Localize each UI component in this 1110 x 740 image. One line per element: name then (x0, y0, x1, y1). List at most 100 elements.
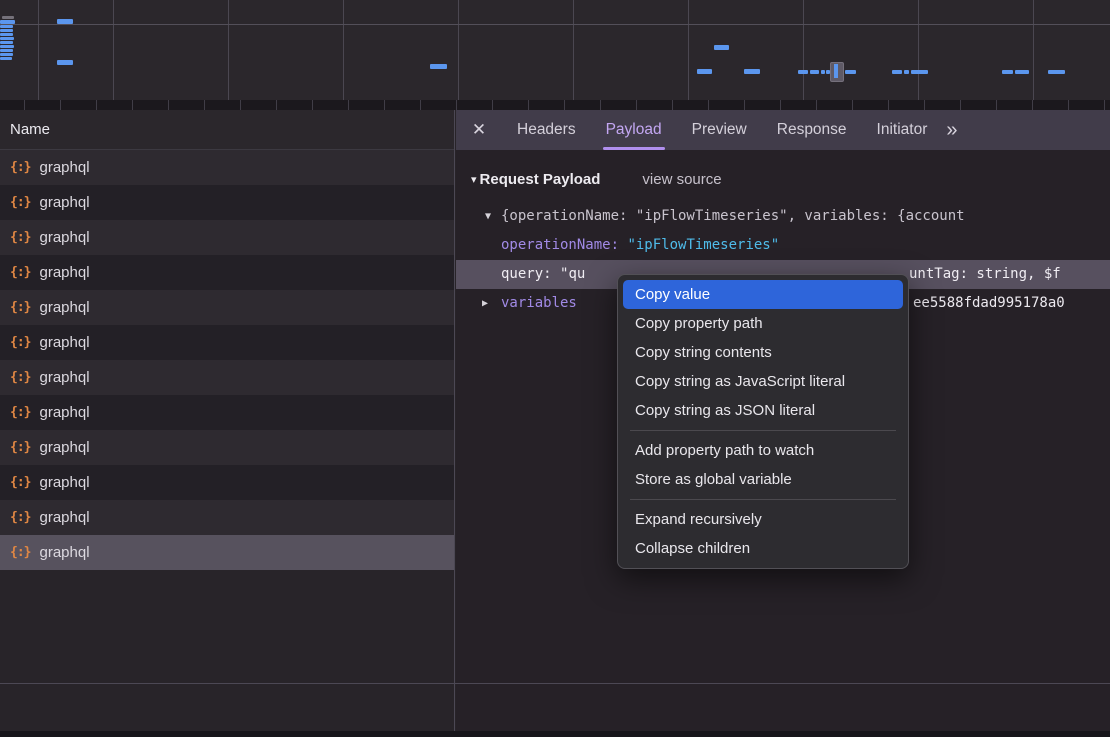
request-rows: {:} graphql {:} graphql {:} graphql {:} graphql… (0, 150, 454, 570)
json-file-icon: {:} (10, 230, 30, 245)
request-row[interactable]: {:} graphql (0, 255, 454, 290)
json-root-preview: {operationName: "ipFlowTimeseries", vari… (501, 208, 965, 224)
devtools-network-panel: Name {:}graphql{:}graphql{:}graphql{:}gr… (0, 0, 1110, 740)
tab-preview[interactable]: Preview (677, 110, 762, 150)
payload-title-row: ▾ Request Payload view source (456, 163, 1110, 196)
json-property-row-operationName[interactable]: operationName: "ipFlowTimeseries" (456, 231, 1110, 260)
waterfall-bar (0, 33, 13, 36)
request-name-label: graphql (39, 404, 89, 421)
waterfall-bar (798, 70, 808, 74)
json-file-icon: {:} (10, 510, 30, 525)
request-name-label: graphql (39, 509, 89, 526)
json-file-icon: {:} (10, 300, 30, 315)
waterfall-bar (904, 70, 909, 74)
waterfall-bar (0, 37, 14, 40)
menu-item-add-property-path-to-watch[interactable]: Add property path to watch (623, 436, 903, 465)
json-file-icon: {:} (10, 545, 30, 560)
network-overview-timeline[interactable] (0, 0, 1110, 100)
expand-arrow-icon[interactable]: ▶ (482, 289, 488, 318)
waterfall-bar (892, 70, 902, 74)
waterfall-bar (0, 45, 14, 48)
waterfall-bar (1002, 70, 1013, 74)
request-row[interactable]: {:} graphql (0, 465, 454, 500)
menu-item-copy-string-as-javascript-literal[interactable]: Copy string as JavaScript literal (623, 367, 903, 396)
request-list-panel: Name {:}graphql{:}graphql{:}graphql{:}gr… (0, 110, 455, 740)
property-key: query: (501, 266, 560, 282)
request-name-label: graphql (39, 544, 89, 561)
waterfall-bar (697, 69, 712, 74)
detail-tabs: HeadersPayloadPreviewResponseInitiator (502, 110, 942, 150)
menu-item-expand-recursively[interactable]: Expand recursively (623, 505, 903, 534)
waterfall-bar (1048, 70, 1065, 74)
json-file-icon: {:} (10, 475, 30, 490)
request-row[interactable]: {:} graphql (0, 430, 454, 465)
menu-separator (630, 499, 896, 500)
waterfall-bar (0, 25, 13, 28)
waterfall-bar (0, 41, 13, 44)
menu-item-copy-property-path[interactable]: Copy property path (623, 309, 903, 338)
collapse-triangle-icon[interactable]: ▾ (471, 173, 477, 186)
menu-item-copy-string-contents[interactable]: Copy string contents (623, 338, 903, 367)
request-name-label: graphql (39, 474, 89, 491)
expand-arrow-icon[interactable]: ▼ (485, 202, 491, 231)
request-name-label: graphql (39, 229, 89, 246)
waterfall-bar (0, 29, 13, 32)
view-source-link[interactable]: view source (642, 171, 721, 188)
json-file-icon: {:} (10, 440, 30, 455)
json-file-icon: {:} (10, 370, 30, 385)
property-key: operationName: (501, 237, 627, 253)
json-file-icon: {:} (10, 160, 30, 175)
request-row[interactable]: {:} graphql (0, 220, 454, 255)
property-value-continued: ee5588fdad995178a0 (913, 289, 1065, 318)
request-row[interactable]: {:}graphql (0, 185, 454, 220)
request-row[interactable]: {:} graphql (0, 325, 454, 360)
waterfall-bar (714, 45, 729, 50)
waterfall-bar (2, 16, 14, 19)
waterfall-bar (57, 19, 73, 24)
property-value-continued: untTag: string, $f (909, 260, 1061, 289)
menu-separator (630, 430, 896, 431)
tab-payload[interactable]: Payload (591, 110, 677, 150)
property-value: "qu (560, 266, 585, 282)
waterfall-bar (0, 53, 13, 56)
request-row[interactable]: {:}graphql (0, 360, 454, 395)
more-tabs-icon[interactable]: » (946, 119, 955, 142)
waterfall-bar (810, 70, 819, 74)
request-name-label: graphql (39, 264, 89, 281)
waterfall-bar (430, 64, 447, 69)
request-name-label: graphql (39, 334, 89, 351)
waterfall-bar (821, 70, 825, 74)
request-row[interactable]: {:} graphql (0, 395, 454, 430)
json-file-icon: {:} (10, 405, 30, 420)
waterfall-bar (911, 70, 928, 74)
json-file-icon: {:} (10, 195, 30, 210)
menu-item-store-as-global-variable[interactable]: Store as global variable (623, 465, 903, 494)
request-row[interactable]: {:} graphql (0, 535, 454, 570)
waterfall-bar (744, 69, 760, 74)
request-name-label: graphql (39, 439, 89, 456)
request-row[interactable]: {:}graphql (0, 290, 454, 325)
detail-tab-bar: ✕ HeadersPayloadPreviewResponseInitiator… (456, 110, 1110, 150)
json-file-icon: {:} (10, 335, 30, 350)
tab-headers[interactable]: Headers (502, 110, 591, 150)
context-menu: Copy valueCopy property pathCopy string … (617, 274, 909, 569)
menu-item-copy-string-as-json-literal[interactable]: Copy string as JSON literal (623, 396, 903, 425)
json-file-icon: {:} (10, 265, 30, 280)
json-root-row[interactable]: ▼ {operationName: "ipFlowTimeseries", var… (456, 202, 1110, 231)
waterfall-bar (1015, 70, 1029, 74)
menu-item-collapse-children[interactable]: Collapse children (623, 534, 903, 563)
property-key: variables (501, 295, 577, 311)
menu-item-copy-value[interactable]: Copy value (623, 280, 903, 309)
property-value: "ipFlowTimeseries" (627, 237, 779, 253)
request-row[interactable]: {:} graphql (0, 500, 454, 535)
summary-divider (0, 683, 1110, 684)
column-header-name[interactable]: Name (0, 110, 454, 150)
waterfall-marker-bar (834, 64, 838, 78)
tab-initiator[interactable]: Initiator (862, 110, 943, 150)
tab-response[interactable]: Response (762, 110, 862, 150)
waterfall-bar (845, 70, 856, 74)
request-row[interactable]: {:} graphql (0, 150, 454, 185)
request-name-label: graphql (39, 159, 89, 176)
close-icon[interactable]: ✕ (456, 120, 502, 140)
timeline-ruler (0, 100, 1110, 110)
